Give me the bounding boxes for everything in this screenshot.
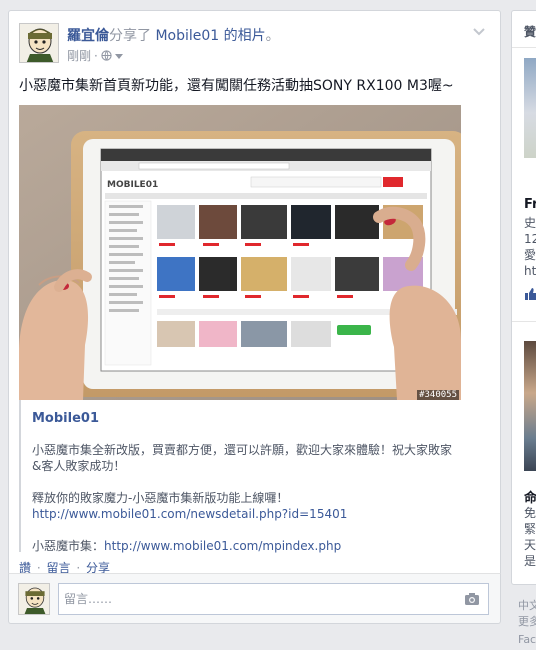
post-meta: 剛剛 · (67, 47, 123, 64)
author-name[interactable]: 羅宜倫 (67, 28, 109, 44)
attachment-paragraph-1: 小惡魔市集全新改版，買賣都方便，還可以許願，歡迎大家來體驗！祝大家敗家 &客人敗… (32, 442, 491, 474)
post-header: 羅宜倫分享了 Mobile01 的相片。 剛剛 · (19, 23, 490, 65)
camera-icon[interactable] (464, 592, 480, 606)
headline-period: 。 (265, 28, 280, 44)
post-message: 小惡魔市集新首頁新功能，還有闖關任務活動抽SONY RX100 M3喔~ (19, 78, 454, 94)
post-photo[interactable]: MOBILE01 #340055 (19, 105, 461, 400)
caret-down-icon[interactable] (114, 54, 123, 59)
sidebar-divider (512, 47, 536, 48)
sidebar-item-2-line: 免 (524, 506, 536, 520)
sidebar-item-2-line: 天 (524, 538, 536, 552)
link-attachment: Mobile01 小惡魔市集全新改版，買賣都方便，還可以許願，歡迎大家來體驗！祝… (19, 400, 491, 554)
photo-watermark: #340055 (417, 390, 459, 400)
sidebar-item-2-line: 是 (524, 554, 536, 568)
sidebar-item-2-line: 緊 (524, 522, 536, 536)
attachment-line-3: 釋放你的敗家魔力-小惡魔市集新版功能上線囉！ (32, 491, 289, 505)
sidebar-item-2-title[interactable]: 命 (524, 487, 536, 506)
sidebar-item-1-line: 12 (524, 232, 536, 246)
footer-copyright: Face (518, 633, 536, 646)
attachment-label-3: 小惡魔市集： (32, 539, 105, 553)
attachment-body: 小惡魔市集全新改版，買賣都方便，還可以許願，歡迎大家來體驗！祝大家敗家 &客人敗… (32, 442, 491, 554)
svg-text:MOBILE01: MOBILE01 (107, 180, 158, 190)
sidebar-item-2-thumbnail[interactable] (524, 341, 536, 471)
sidebar-divider (512, 321, 536, 322)
meta-dot: · (94, 48, 98, 63)
author-avatar[interactable] (19, 23, 59, 63)
shared-page-link[interactable]: Mobile01 (155, 28, 219, 44)
post-timestamp[interactable]: 剛剛 (67, 47, 91, 64)
attachment-link-mpindex[interactable]: http://www.mobile01.com/mpindex.php (104, 539, 341, 553)
attachment-line-1: 小惡魔市集全新改版，買賣都方便，還可以許願，歡迎大家來體驗！祝大家敗家 (32, 443, 453, 457)
comment-composer (8, 573, 501, 624)
footer-language[interactable]: 中文 (518, 597, 536, 613)
sidebar-item-1-line: 史 (524, 216, 536, 230)
share-verb: 分享了 (109, 28, 151, 44)
globe-icon[interactable] (101, 50, 112, 61)
sidebar-item-1-line[interactable]: htt (524, 263, 536, 279)
thumbs-up-icon[interactable] (524, 287, 536, 301)
attachment-paragraph-2: 釋放你的敗家魔力-小惡魔市集新版功能上線囉！ http://www.mobile… (32, 490, 491, 522)
commenter-avatar[interactable] (18, 583, 50, 615)
comment-input[interactable] (58, 583, 489, 615)
post-card: 羅宜倫分享了 Mobile01 的相片。 剛剛 · 小惡魔市集新首頁新功能，還有… (8, 10, 501, 586)
sidebar-header: 贊 (524, 25, 536, 39)
photo-link[interactable]: 的相片 (219, 28, 266, 44)
sidebar-item-1-line: 愛 (524, 248, 536, 262)
sidebar-item-1-title[interactable]: Fr (524, 197, 536, 212)
footer-more[interactable]: 更多 (518, 613, 536, 629)
attachment-source[interactable]: Mobile01 (32, 411, 99, 426)
right-sidebar: 贊 Fr 史 12 愛 htt 命 免 緊 天 是 (511, 10, 536, 585)
attachment-paragraph-3: 小惡魔市集：http://www.mobile01.com/mpindex.ph… (32, 538, 491, 554)
attachment-link-newsdetail[interactable]: http://www.mobile01.com/newsdetail.php?i… (32, 507, 347, 521)
post-headline: 羅宜倫分享了 Mobile01 的相片。 (67, 25, 280, 45)
chevron-down-icon[interactable] (472, 25, 486, 39)
sidebar-item-1-thumbnail[interactable] (524, 58, 536, 158)
commenter-avatar-image (19, 584, 49, 614)
ipad-photo-image: MOBILE01 (19, 105, 461, 400)
avatar-image (20, 24, 58, 62)
attachment-line-2: &客人敗家成功！ (32, 459, 126, 473)
